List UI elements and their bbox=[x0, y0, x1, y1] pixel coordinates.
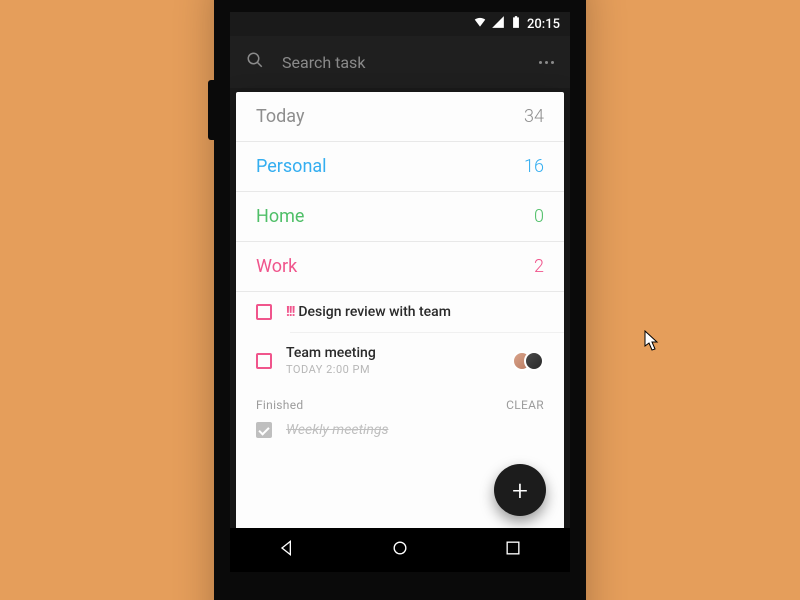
battery-icon bbox=[509, 15, 523, 33]
finished-task-title: Weekly meetings bbox=[286, 422, 388, 438]
category-count: 2 bbox=[534, 256, 544, 277]
wifi-icon bbox=[473, 15, 487, 33]
category-label: Today bbox=[256, 106, 304, 127]
category-count: 34 bbox=[524, 106, 544, 127]
finished-label: Finished bbox=[256, 398, 303, 412]
plus-icon: + bbox=[512, 474, 528, 507]
screen: 20:15 Search task Today 34 Personal 16 H… bbox=[230, 12, 570, 572]
task-subtitle: TODAY 2:00 PM bbox=[286, 363, 506, 376]
avatar bbox=[524, 351, 544, 371]
status-time: 20:15 bbox=[527, 17, 560, 32]
task-card: Today 34 Personal 16 Home 0 Work 2 !!!De… bbox=[236, 92, 564, 532]
more-icon[interactable] bbox=[539, 61, 554, 64]
task-body: Team meeting TODAY 2:00 PM bbox=[286, 345, 506, 376]
category-label: Home bbox=[256, 206, 304, 227]
category-count: 0 bbox=[534, 206, 544, 227]
app-bar: Search task bbox=[230, 36, 570, 88]
task-title: !!!Design review with team bbox=[286, 304, 544, 320]
status-bar: 20:15 bbox=[230, 12, 570, 36]
task-title: Team meeting bbox=[286, 345, 506, 361]
category-label: Personal bbox=[256, 156, 327, 177]
priority-marker: !!! bbox=[286, 304, 294, 320]
checkbox-icon[interactable] bbox=[256, 304, 272, 320]
assignee-avatars[interactable] bbox=[520, 351, 544, 371]
signal-icon bbox=[491, 15, 505, 33]
task-body: !!!Design review with team bbox=[286, 304, 544, 320]
home-icon[interactable] bbox=[390, 538, 410, 562]
back-icon[interactable] bbox=[277, 538, 297, 562]
mouse-cursor bbox=[644, 330, 660, 352]
clear-button[interactable]: CLEAR bbox=[506, 398, 544, 412]
category-home[interactable]: Home 0 bbox=[236, 192, 564, 242]
category-count: 16 bbox=[524, 156, 544, 177]
category-today[interactable]: Today 34 bbox=[236, 92, 564, 142]
category-work[interactable]: Work 2 bbox=[236, 242, 564, 292]
task-row[interactable]: !!!Design review with team bbox=[236, 292, 564, 332]
add-task-fab[interactable]: + bbox=[494, 464, 546, 516]
checkbox-icon[interactable] bbox=[256, 353, 272, 369]
task-row[interactable]: Team meeting TODAY 2:00 PM bbox=[290, 332, 564, 388]
finished-task-row[interactable]: Weekly meetings bbox=[256, 422, 544, 438]
phone-frame: 20:15 Search task Today 34 Personal 16 H… bbox=[214, 0, 586, 600]
recent-icon[interactable] bbox=[503, 538, 523, 562]
android-navbar bbox=[230, 528, 570, 572]
search-icon[interactable] bbox=[246, 51, 264, 73]
search-input[interactable]: Search task bbox=[282, 53, 521, 72]
checkbox-checked-icon[interactable] bbox=[256, 422, 272, 438]
category-label: Work bbox=[256, 256, 297, 277]
category-personal[interactable]: Personal 16 bbox=[236, 142, 564, 192]
finished-section: Finished CLEAR Weekly meetings bbox=[236, 388, 564, 438]
